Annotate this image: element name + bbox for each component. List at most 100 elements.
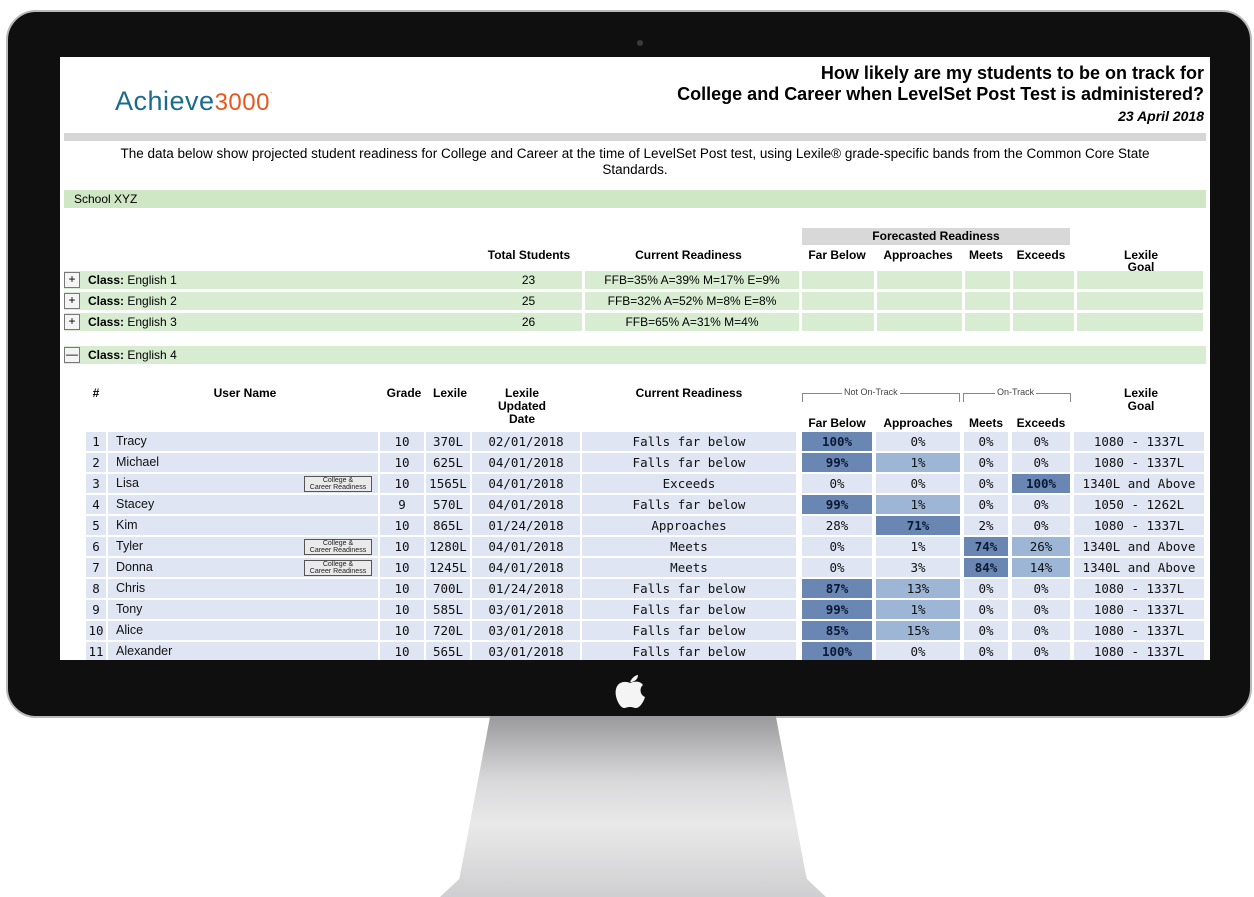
lexile-cell: 585L (426, 600, 472, 619)
current-readiness-cell: Falls far below (582, 495, 798, 514)
student-exceeds-header: Exceeds (1016, 416, 1066, 430)
grade-cell: 10 (380, 558, 426, 577)
exceeds-cell: 0% (1012, 621, 1072, 640)
exceeds-cell: 0% (1012, 642, 1072, 660)
student-row[interactable]: 5 Kim 10 865L 01/24/2018 Approaches 28% 71% 2% 0%… (86, 516, 1206, 535)
student-row[interactable]: 6 Tyler College & Career Readiness 10 1280L 04… (86, 537, 1206, 556)
on-track-label: On-Track (995, 387, 1037, 397)
student-row[interactable]: 10 Alice 10 720L 03/01/2018 Falls far below 85… (86, 621, 1206, 640)
far-below-cell: 28% (802, 516, 874, 535)
class-row: + Class: English 1 23 FFB=35% A=39% M=17% E… (64, 271, 1206, 289)
student-row[interactable]: 1 Tracy 10 370L 02/01/2018 Falls far below 100… (86, 432, 1206, 451)
college-career-readiness-badge[interactable]: College & Career Readiness (304, 476, 372, 492)
college-career-readiness-badge[interactable]: College & Career Readiness (304, 539, 372, 555)
lexile-cell: 625L (426, 453, 472, 472)
total-students-header: Total Students (487, 248, 571, 262)
grade-cell: 10 (380, 621, 426, 640)
grade-cell: 10 (380, 432, 426, 451)
meets-cell: 0% (964, 474, 1010, 493)
student-row[interactable]: 3 Lisa College & Career Readiness 10 1565L 04/… (86, 474, 1206, 493)
student-row[interactable]: 8 Chris 10 700L 01/24/2018 Falls far below 87%… (86, 579, 1206, 598)
expand-toggle-button[interactable]: + (64, 293, 80, 309)
user-name: Alexander (108, 642, 380, 660)
lexile-cell: 720L (426, 621, 472, 640)
total-students-cell: 25 (475, 292, 585, 310)
grade-cell: 10 (380, 453, 426, 472)
lexile-goal-cell: 1080 - 1337L (1074, 453, 1206, 472)
student-approaches-header: Approaches (883, 416, 953, 430)
forecast-cell (877, 313, 965, 331)
camera-icon (637, 40, 643, 46)
far-below-cell: 100% (802, 642, 874, 660)
meets-cell: 74% (964, 537, 1010, 556)
school-name: School XYZ (64, 190, 1206, 208)
row-number: 1 (86, 432, 108, 451)
exceeds-cell: 0% (1012, 495, 1072, 514)
grade-cell: 10 (380, 516, 426, 535)
row-number: 10 (86, 621, 108, 640)
lexile-goal-cell: 1050 - 1262L (1074, 495, 1206, 514)
current-readiness-cell: FFB=65% A=31% M=4% (585, 313, 802, 331)
current-readiness-cell: Falls far below (582, 579, 798, 598)
collapse-toggle-button[interactable]: — (64, 347, 80, 363)
lexile-date-cell: 04/01/2018 (472, 537, 582, 556)
expand-toggle-button[interactable]: + (64, 314, 80, 330)
far-below-cell: 0% (802, 474, 874, 493)
forecasted-readiness-header: Forecasted Readiness (802, 228, 1070, 245)
report-screen: Achieve3000. How likely are my students … (60, 57, 1210, 660)
current-readiness-cell: Falls far below (582, 453, 798, 472)
lexile-goal-cell: 1080 - 1337L (1074, 579, 1206, 598)
user-name: Kim (108, 516, 380, 535)
user-name: Michael (108, 453, 380, 472)
far-below-cell: 87% (802, 579, 874, 598)
row-number: 8 (86, 579, 108, 598)
lexile-cell: 1280L (426, 537, 472, 556)
current-readiness-cell: FFB=35% A=39% M=17% E=9% (585, 271, 802, 289)
forecast-cell (877, 271, 965, 289)
num-header: # (92, 386, 100, 400)
student-row[interactable]: 2 Michael 10 625L 04/01/2018 Falls far below 9… (86, 453, 1206, 472)
current-readiness-cell: Falls far below (582, 642, 798, 660)
student-row[interactable]: 7 Donna College & Career Readiness 10 1245L 04… (86, 558, 1206, 577)
lexile-date-cell: 02/01/2018 (472, 432, 582, 451)
row-number: 9 (86, 600, 108, 619)
student-row[interactable]: 4 Stacey 9 570L 04/01/2018 Falls far below 99%… (86, 495, 1206, 514)
far-below-cell: 100% (802, 432, 874, 451)
student-lexile-goal-header: Lexile Goal (1123, 386, 1159, 413)
class-row-open: — Class: English 4 (64, 346, 1206, 364)
current-readiness-cell: Falls far below (582, 621, 798, 640)
student-row[interactable]: 9 Tony 10 585L 03/01/2018 Falls far below 99% 1… (86, 600, 1206, 619)
student-row[interactable]: 11 Alexander 10 565L 03/01/2018 Falls far bel… (86, 642, 1206, 660)
user-name-header: User Name (213, 386, 277, 400)
lexile-goal-cell: 1340L and Above (1074, 474, 1206, 493)
lexile-goal-cell: 1080 - 1337L (1074, 621, 1206, 640)
user-name: Chris (108, 579, 380, 598)
grade-cell: 9 (380, 495, 426, 514)
college-career-readiness-badge[interactable]: College & Career Readiness (304, 560, 372, 576)
row-number: 4 (86, 495, 108, 514)
lexile-goal-cell: 1340L and Above (1074, 558, 1206, 577)
approaches-cell: 1% (876, 600, 962, 619)
exceeds-cell: 0% (1012, 453, 1072, 472)
forecast-cell (802, 271, 877, 289)
far-below-cell: 85% (802, 621, 874, 640)
meets-cell: 0% (964, 453, 1010, 472)
user-name: Tracy (108, 432, 380, 451)
far-below-header: Far Below (808, 248, 866, 262)
row-number: 11 (86, 642, 108, 660)
expand-toggle-button[interactable]: + (64, 272, 80, 288)
achieve3000-logo: Achieve3000. (115, 86, 273, 116)
lexile-goal-cell: 1080 - 1337L (1074, 600, 1206, 619)
approaches-cell: 0% (876, 474, 962, 493)
lexile-header: Lexile (432, 386, 468, 400)
student-far-below-header: Far Below (808, 416, 866, 430)
user-name: Tony (108, 600, 380, 619)
total-students-cell: 23 (475, 271, 585, 289)
approaches-cell: 1% (876, 453, 962, 472)
divider (64, 133, 1206, 141)
lexile-cell: 1245L (426, 558, 472, 577)
approaches-cell: 3% (876, 558, 962, 577)
current-readiness-cell: Meets (582, 558, 798, 577)
exceeds-cell: 0% (1012, 432, 1072, 451)
exceeds-cell: 26% (1012, 537, 1072, 556)
